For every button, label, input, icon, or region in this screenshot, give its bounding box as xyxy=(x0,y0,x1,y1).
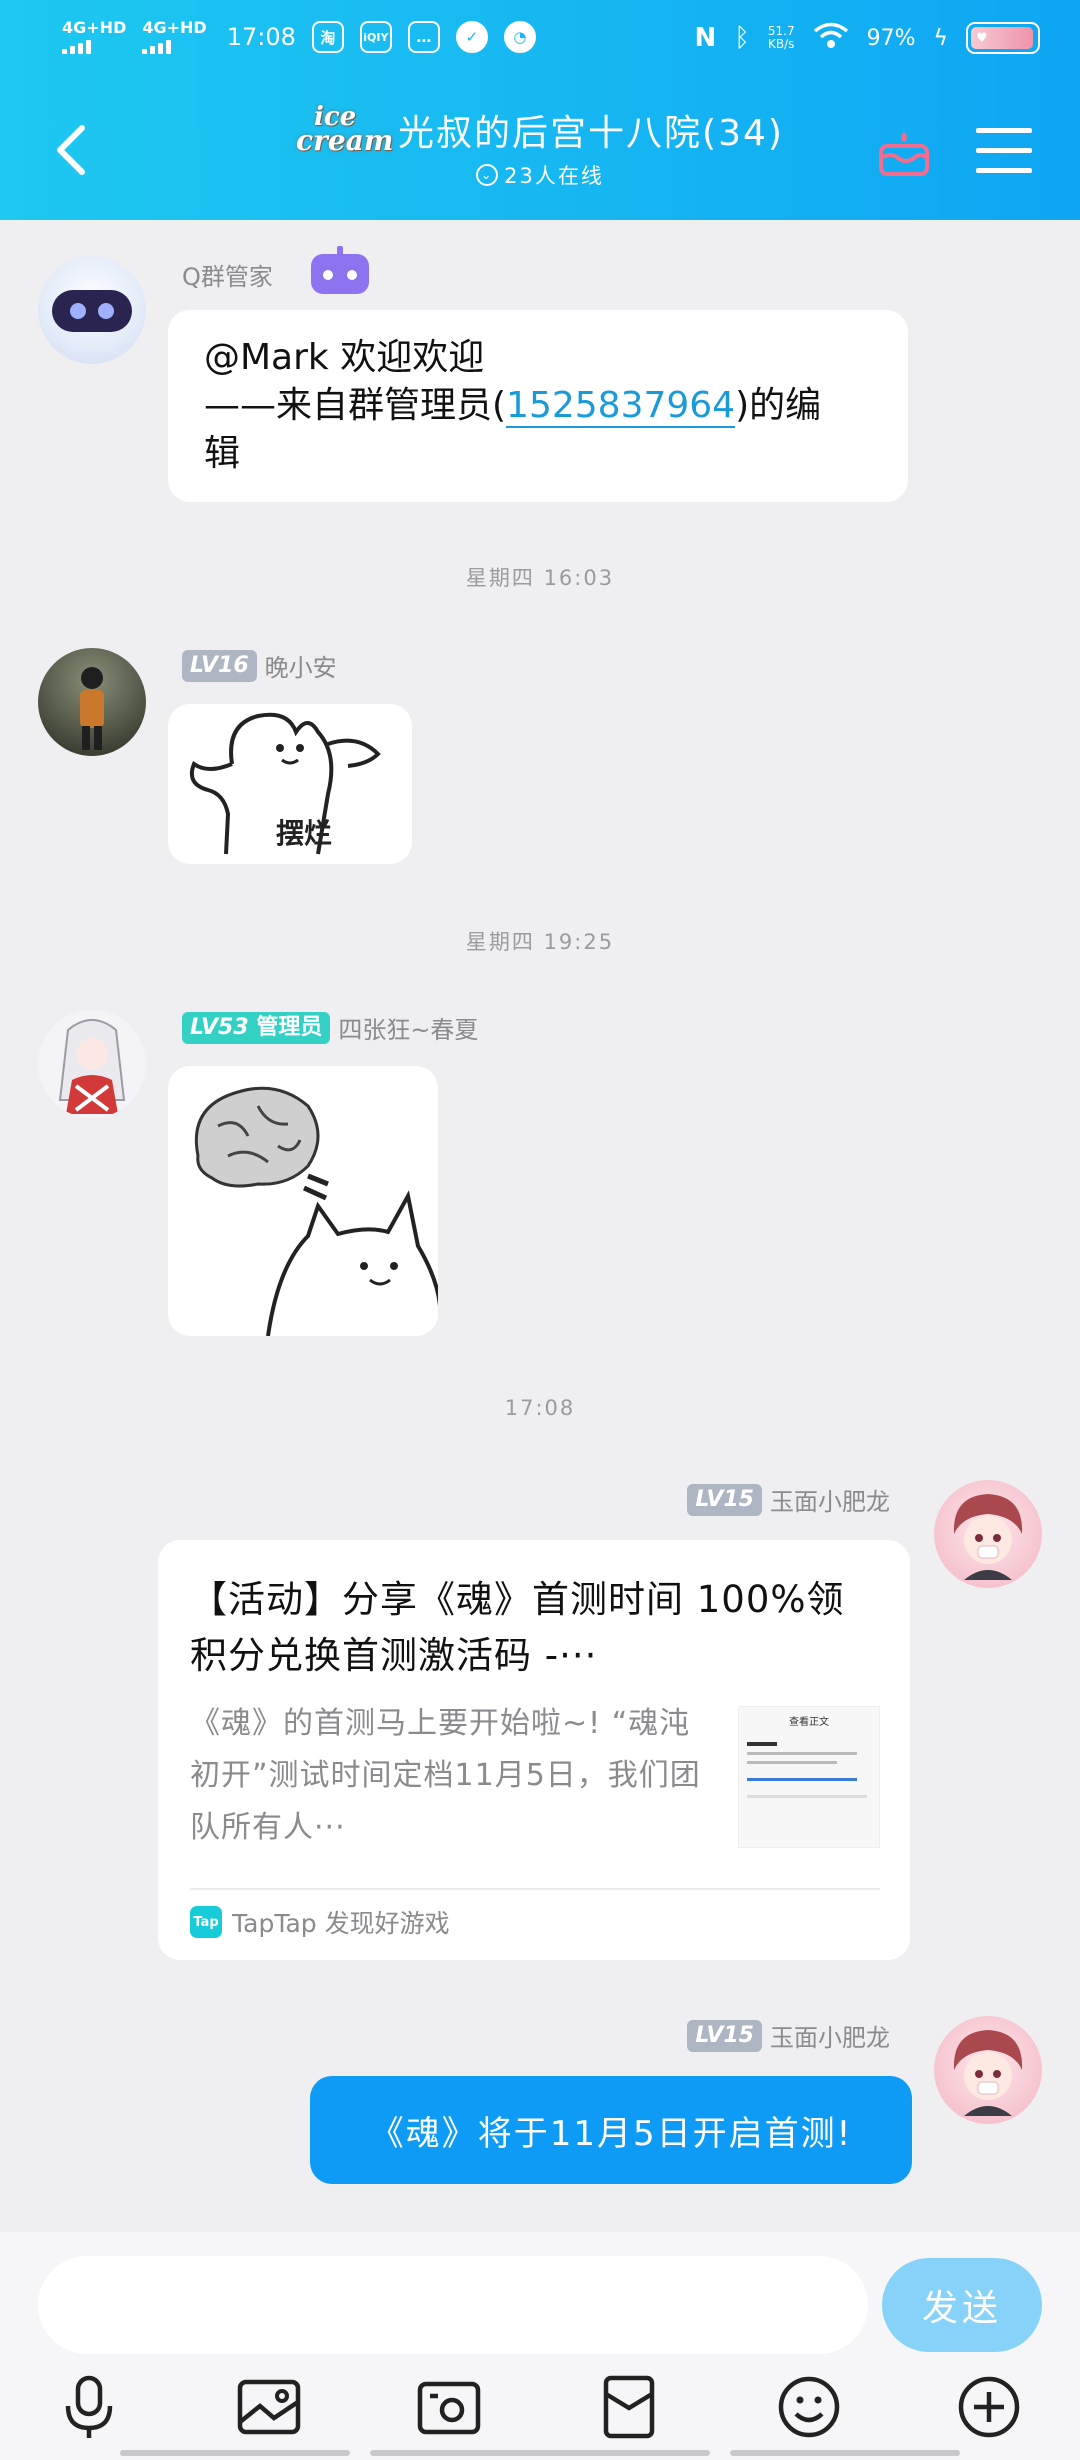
avatar-user-2[interactable] xyxy=(38,648,146,756)
anime-boy-avatar-icon xyxy=(953,1494,1023,1580)
cake-button[interactable] xyxy=(876,128,932,178)
emoji-button[interactable] xyxy=(774,2372,844,2442)
sender-name: Q群管家 xyxy=(182,262,273,291)
icecream-badge: ice cream xyxy=(296,102,394,157)
bot-line-3: 辑 xyxy=(204,433,241,474)
level-badge: LV16 xyxy=(182,649,257,682)
mic-icon xyxy=(65,2375,113,2438)
sender-bot: Q群管家 xyxy=(182,246,369,294)
avatar-self[interactable] xyxy=(934,1480,1042,1588)
level-badge: LV53 管理员 xyxy=(182,1011,331,1044)
gauge-icon: ◔ xyxy=(503,21,536,53)
sender-4: LV15 玉面小肥龙 xyxy=(687,1482,890,1517)
menu-button[interactable] xyxy=(976,128,1032,176)
signal-1: 4G+HD xyxy=(62,20,126,54)
back-arrow-icon xyxy=(57,125,85,175)
voice-button[interactable] xyxy=(54,2372,124,2442)
time-separator: 星期四 19:25 xyxy=(465,930,615,954)
sender-3: LV53 管理员 四张狂~春夏 xyxy=(182,1010,478,1045)
bot-line-2: ——来自群管理员(1525837964)的编 xyxy=(204,385,822,428)
send-button[interactable]: 发送 xyxy=(882,2258,1042,2352)
iqiyi-icon: iQIY xyxy=(359,21,392,53)
time-separator: 星期四 16:03 xyxy=(465,566,615,590)
battery-icon: ♥ xyxy=(966,22,1040,54)
anime-boy-avatar-icon xyxy=(953,2030,1023,2116)
admin-id-link[interactable]: 1525837964 xyxy=(506,385,736,428)
sticker-message-3[interactable] xyxy=(168,1066,438,1336)
message-input[interactable] xyxy=(38,2256,868,2354)
menu-icon xyxy=(976,128,1032,173)
check-icon: ✓ xyxy=(455,21,488,53)
sender-name: 晚小安 xyxy=(264,654,337,682)
camera-icon xyxy=(417,2381,481,2435)
sticker-message-2[interactable]: 摆烂 xyxy=(168,704,412,864)
input-toolbar xyxy=(0,2372,1080,2442)
card-description: 《魂》的首测马上要开始啦~! “魂沌初开”测试时间定档11月5日，我们团队所有人… xyxy=(190,1706,701,1845)
scroll-indicator xyxy=(120,2450,350,2456)
card-title[interactable]: 【活动】分享《魂》首测时间 100%领积分兑换首测激活码 -··· xyxy=(190,1572,880,1684)
person-icon xyxy=(80,667,104,750)
taptap-icon: Tap xyxy=(190,1906,222,1938)
message-bubble-bot[interactable]: @Mark 欢迎欢迎 ——来自群管理员(1525837964)的编 辑 xyxy=(168,310,908,502)
robot-badge-icon xyxy=(310,246,369,294)
card-thumbnail: 查看正文 xyxy=(738,1706,880,1848)
sender-name: 玉面小肥龙 xyxy=(770,2024,890,2052)
level-badge: LV15 xyxy=(687,2019,762,2052)
battery-percent: 97% xyxy=(866,25,916,51)
taobao-icon: 淘 xyxy=(311,21,344,53)
red-packet-icon xyxy=(603,2375,655,2439)
bluetooth-icon: ᛒ xyxy=(734,23,750,53)
sender-2: LV16 晚小安 xyxy=(182,648,337,683)
sender-name: 玉面小肥龙 xyxy=(770,1488,890,1516)
wifi-icon xyxy=(813,22,849,54)
group-title: 光叔的后宫十八院(34) xyxy=(398,113,784,154)
status-bar: 4G+HD 4G+HD 17:08 淘 iQIY … ✓ ◔ N ᛒ 51.7 … xyxy=(0,0,1080,80)
sender-name: 四张狂~春夏 xyxy=(338,1016,479,1044)
brain-cat-sticker-icon xyxy=(194,1086,438,1336)
sender-5: LV15 玉面小肥龙 xyxy=(687,2018,890,2053)
anime-avatar-icon xyxy=(58,1019,126,1114)
input-area: 发送 xyxy=(0,2232,1080,2460)
status-time: 17:08 xyxy=(226,23,296,51)
card-divider xyxy=(190,1888,880,1890)
back-button[interactable] xyxy=(52,122,92,178)
scroll-indicator xyxy=(370,2450,710,2456)
image-icon xyxy=(237,2379,301,2435)
time-separator: 17:08 xyxy=(504,1396,576,1420)
chevron-down-icon: ⌄ xyxy=(476,164,499,186)
more-button[interactable] xyxy=(954,2372,1024,2442)
online-count: ⌄ 23人在线 xyxy=(240,160,840,190)
header: 4G+HD 4G+HD 17:08 淘 iQIY … ✓ ◔ N ᛒ 51.7 … xyxy=(0,0,1080,220)
card-source: Tap TapTap 发现好游戏 xyxy=(190,1904,450,1940)
chat-notify-icon: … xyxy=(407,21,440,53)
robot-face-icon xyxy=(52,290,132,332)
emoji-icon xyxy=(778,2376,840,2438)
image-button[interactable] xyxy=(234,2372,304,2442)
net-speed: 51.7 KB/s xyxy=(767,24,795,51)
bot-line-1: @Mark 欢迎欢迎 xyxy=(204,337,485,378)
scroll-indicator xyxy=(730,2450,960,2456)
avatar-user-3[interactable] xyxy=(38,1010,146,1118)
plus-icon xyxy=(958,2376,1020,2438)
avatar-bot[interactable] xyxy=(38,256,146,364)
chat-title-area[interactable]: ice cream 光叔的后宫十八院(34) ⌄ 23人在线 xyxy=(240,102,840,190)
red-packet-button[interactable] xyxy=(594,2372,664,2442)
self-text-message[interactable]: 《魂》将于11月5日开启首测! xyxy=(310,2076,912,2184)
camera-button[interactable] xyxy=(414,2372,484,2442)
charging-icon: ϟ xyxy=(933,25,948,51)
sticker-caption: 摆烂 xyxy=(276,817,333,850)
nfc-icon: N xyxy=(694,23,717,53)
signal-2: 4G+HD xyxy=(142,20,207,54)
avatar-self[interactable] xyxy=(934,2016,1042,2124)
level-badge: LV15 xyxy=(687,1483,762,1516)
cake-icon xyxy=(879,132,929,176)
